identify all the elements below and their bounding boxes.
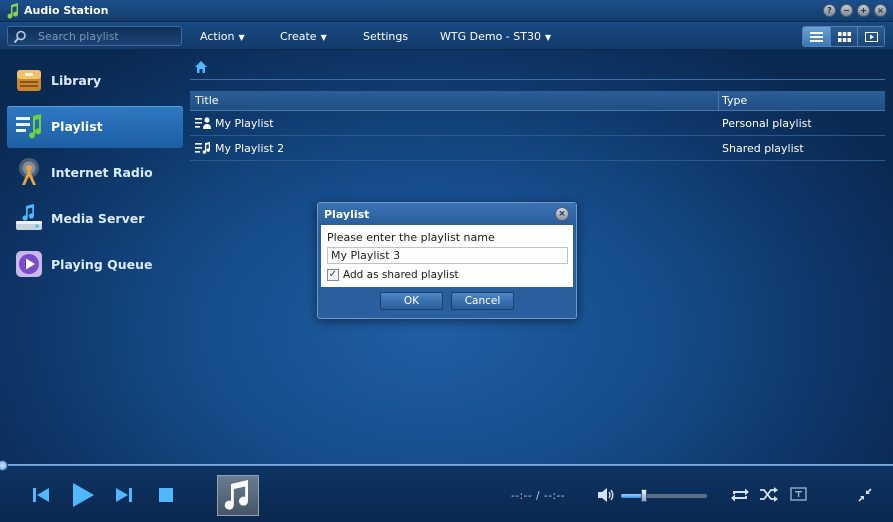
column-separator: [718, 91, 719, 111]
search-icon: [13, 30, 26, 44]
sidebar-item-playing-queue[interactable]: Playing Queue: [7, 244, 183, 286]
play-icon[interactable]: [70, 481, 96, 509]
personal-playlist-icon: [195, 117, 211, 129]
search-box: [7, 26, 182, 46]
column-header-title[interactable]: Title: [195, 94, 219, 107]
music-note-icon: [224, 480, 249, 510]
grid-header: Title Type: [190, 91, 885, 111]
dialog-close-button[interactable]: ×: [555, 207, 569, 221]
sidebar-item-label: Playing Queue: [51, 257, 153, 272]
library-icon: [17, 70, 41, 91]
chevron-down-icon: ▼: [238, 33, 245, 42]
playing-queue-icon: [16, 251, 42, 277]
sidebar-item-label: Media Server: [51, 211, 145, 226]
checkmark-icon: ✓: [328, 269, 338, 280]
playlist-title: My Playlist: [215, 117, 274, 130]
chevron-down-icon: ▼: [544, 33, 552, 42]
dialog-prompt: Please enter the playlist name: [327, 231, 495, 244]
lyrics-icon[interactable]: [790, 487, 807, 502]
playlist-grid: Title Type My Playlist Personal playlist: [190, 91, 885, 161]
playlist-dialog: Playlist × Please enter the playlist nam…: [317, 202, 577, 319]
sidebar-item-label: Playlist: [51, 119, 103, 134]
stop-icon[interactable]: [158, 487, 174, 503]
device-menu[interactable]: WTG Demo - ST30 ▼: [440, 30, 551, 43]
playlist-title: My Playlist 2: [215, 142, 285, 155]
playlist-icon: [16, 114, 42, 139]
toolbar: Action▼ Create▼ Settings WTG Demo - ST30…: [0, 22, 893, 50]
media-server-icon: [16, 204, 42, 230]
shared-playlist-checkbox[interactable]: ✓: [327, 269, 339, 281]
volume-icon[interactable]: [597, 488, 615, 502]
breadcrumb-divider: [190, 79, 885, 80]
device-menu-label: WTG Demo - ST30: [440, 30, 541, 43]
sidebar-item-playlist[interactable]: Playlist: [7, 106, 183, 148]
cover-flow-view-icon: [864, 31, 878, 42]
sidebar-item-label: Internet Radio: [51, 165, 153, 180]
shuffle-icon[interactable]: [759, 487, 779, 503]
maximize-button[interactable]: +: [857, 4, 870, 17]
minimize-button[interactable]: −: [840, 4, 853, 17]
settings-menu-label: Settings: [363, 30, 409, 43]
volume-slider-handle[interactable]: [641, 489, 647, 502]
dialog-header: Playlist ×: [318, 203, 576, 225]
grid-view-button[interactable]: [830, 27, 857, 46]
column-header-type[interactable]: Type: [722, 94, 747, 107]
sidebar-item-internet-radio[interactable]: Internet Radio: [7, 152, 183, 194]
playlist-type: Shared playlist: [722, 142, 804, 155]
sidebar-item-media-server[interactable]: Media Server: [7, 198, 183, 240]
create-menu[interactable]: Create ▼: [280, 30, 327, 43]
repeat-icon[interactable]: [730, 487, 750, 503]
audio-station-window: Audio Station ? − + × Action▼ Create▼ Se…: [0, 0, 893, 522]
table-row[interactable]: My Playlist Personal playlist: [190, 111, 885, 136]
help-button[interactable]: ?: [823, 4, 836, 17]
mini-player-icon[interactable]: [858, 488, 872, 502]
dialog-title: Playlist: [324, 208, 370, 221]
playback-time: --:-- / --:--: [511, 490, 566, 502]
playlist-type: Personal playlist: [722, 117, 812, 130]
title-bar: Audio Station ? − + ×: [0, 0, 893, 22]
list-view-button[interactable]: [803, 27, 830, 46]
table-row[interactable]: My Playlist 2 Shared playlist: [190, 136, 885, 161]
previous-track-icon[interactable]: [31, 485, 51, 505]
playlist-name-input[interactable]: [327, 247, 568, 264]
cover-flow-view-button[interactable]: [857, 27, 884, 46]
list-view-icon: [810, 31, 823, 42]
ok-button[interactable]: OK: [380, 292, 443, 310]
action-menu[interactable]: Action ▼: [200, 30, 245, 43]
shared-playlist-icon: [195, 142, 211, 154]
grid-view-icon: [837, 31, 851, 42]
close-button[interactable]: ×: [874, 4, 887, 17]
cancel-button[interactable]: Cancel: [451, 292, 514, 310]
sidebar-item-label: Library: [51, 73, 102, 88]
chevron-down-icon: ▼: [320, 33, 327, 42]
home-icon[interactable]: [194, 60, 208, 74]
create-menu-label: Create: [280, 30, 317, 43]
action-menu-label: Action: [200, 30, 235, 43]
sidebar-item-library[interactable]: Library: [7, 60, 183, 102]
view-switcher: [802, 26, 885, 47]
internet-radio-icon: [19, 158, 39, 185]
sidebar: Library Playlist Internet Radio Media Se…: [0, 51, 185, 461]
next-track-icon[interactable]: [114, 485, 134, 505]
dialog-body: Please enter the playlist name ✓ Add as …: [321, 225, 573, 287]
window-controls: ? − + ×: [823, 4, 887, 17]
album-art: [217, 475, 259, 516]
shared-playlist-label[interactable]: Add as shared playlist: [343, 269, 459, 281]
app-title: Audio Station: [24, 4, 109, 17]
settings-menu[interactable]: Settings: [363, 30, 408, 43]
search-input[interactable]: [38, 29, 178, 44]
music-note-app-icon: [7, 3, 19, 19]
